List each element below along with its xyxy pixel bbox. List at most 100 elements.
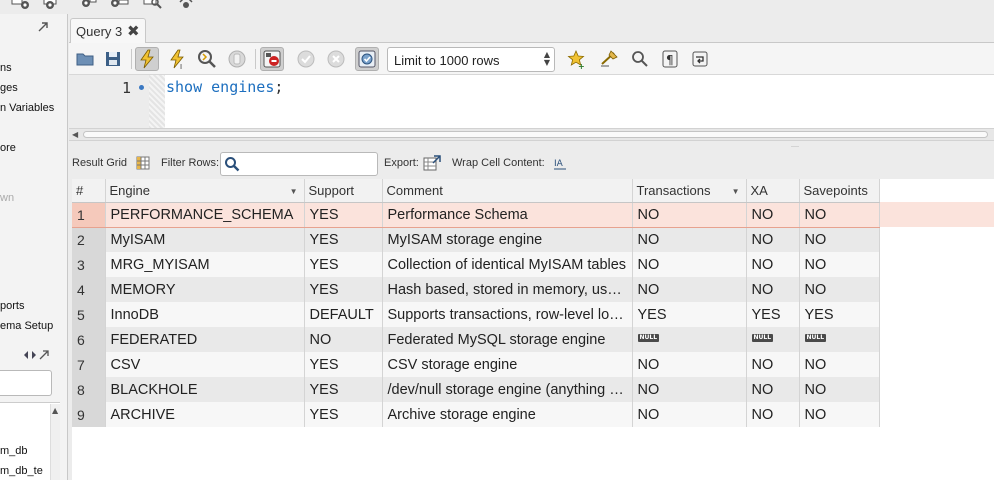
expand-panel-icon[interactable]: [37, 21, 49, 36]
save-icon[interactable]: [101, 47, 125, 71]
stop-on-error-icon[interactable]: [260, 47, 284, 71]
column-header-transactions[interactable]: Transactions ▼: [632, 179, 747, 203]
cell-row-number[interactable]: 1: [72, 201, 106, 228]
autocommit-toggle-icon[interactable]: [355, 47, 379, 71]
cell-savepoints[interactable]: NO: [799, 352, 880, 377]
cell-row-number[interactable]: 8: [72, 377, 106, 402]
cell-xa[interactable]: NO: [746, 227, 800, 252]
cell-engine[interactable]: BLACKHOLE: [105, 377, 305, 402]
table-row[interactable]: 2 MyISAM YES MyISAM storage engine NO NO NO: [72, 227, 994, 252]
column-header-row-number[interactable]: #: [72, 179, 106, 203]
stop-icon[interactable]: [225, 47, 249, 71]
cell-savepoints[interactable]: NULL: [799, 327, 880, 352]
cell-support[interactable]: YES: [304, 352, 383, 377]
cell-support[interactable]: DEFAULT: [304, 302, 383, 327]
table-row[interactable]: 3 MRG_MYISAM YES Collection of identical My…: [72, 252, 994, 277]
cell-support[interactable]: YES: [304, 252, 383, 277]
result-grid-label[interactable]: Result Grid: [72, 157, 127, 169]
open-file-icon[interactable]: [73, 47, 97, 71]
cell-engine[interactable]: InnoDB: [105, 302, 305, 327]
rollback-icon[interactable]: [324, 47, 348, 71]
cell-savepoints[interactable]: NO: [799, 402, 880, 427]
cell-comment[interactable]: Performance Schema: [382, 201, 633, 228]
filter-rows-text[interactable]: [243, 156, 373, 172]
row-limit-select[interactable]: Limit to 1000 rows ▲ ▼: [387, 47, 555, 72]
close-tab-icon[interactable]: ✖: [127, 23, 140, 39]
cell-engine[interactable]: MEMORY: [105, 277, 305, 302]
cell-xa[interactable]: NO: [746, 402, 800, 427]
db-add-icon[interactable]: [76, 0, 97, 10]
table-row[interactable]: 6 FEDERATED NO Federated MySQL storage engi…: [72, 327, 994, 352]
table-row[interactable]: 4 MEMORY YES Hash based, stored in memory, …: [72, 277, 994, 302]
scroll-left-icon[interactable]: ◀: [72, 130, 78, 139]
schema-item-db-test[interactable]: m_db_te: [0, 465, 43, 477]
cell-support[interactable]: NO: [304, 327, 383, 352]
cell-row-number[interactable]: 7: [72, 352, 106, 377]
add-snippet-icon[interactable]: +: [564, 47, 588, 71]
db-view-icon[interactable]: [142, 0, 162, 10]
cell-support[interactable]: YES: [304, 227, 383, 252]
sidebar-item-data-import-restore[interactable]: ore: [0, 142, 16, 154]
sidebar-item-status-variables[interactable]: n Variables: [0, 102, 54, 114]
cell-transactions[interactable]: NO: [632, 377, 747, 402]
schema-refresh-icon[interactable]: [23, 349, 37, 363]
cell-comment[interactable]: CSV storage engine: [382, 352, 633, 377]
cell-comment[interactable]: Federated MySQL storage engine: [382, 327, 633, 352]
cell-support[interactable]: YES: [304, 201, 383, 228]
cell-savepoints[interactable]: NO: [799, 277, 880, 302]
reconnect-icon[interactable]: [176, 0, 194, 10]
cell-transactions[interactable]: NO: [632, 277, 747, 302]
sql-editor[interactable]: 1 show engines;: [69, 75, 994, 128]
cell-row-number[interactable]: 9: [72, 402, 106, 427]
cell-xa[interactable]: YES: [746, 302, 800, 327]
cell-support[interactable]: YES: [304, 277, 383, 302]
sql-open-icon[interactable]: [42, 0, 60, 10]
wrap-cell-icon[interactable]: IA: [553, 157, 567, 174]
cell-transactions[interactable]: NO: [632, 352, 747, 377]
sidebar-item-reports[interactable]: ports: [0, 300, 24, 312]
cell-row-number[interactable]: 6: [72, 327, 106, 352]
sidebar-item-schema-setup[interactable]: ema Setup: [0, 320, 53, 332]
sidebar-item-users-privileges[interactable]: ges: [0, 82, 18, 94]
cell-transactions[interactable]: NO: [632, 252, 747, 277]
result-grid-icon[interactable]: [136, 156, 150, 173]
cell-engine[interactable]: MyISAM: [105, 227, 305, 252]
cell-row-number[interactable]: 2: [72, 227, 106, 252]
hscroll-thumb[interactable]: [83, 131, 988, 138]
sidebar-item-connections[interactable]: ns: [0, 62, 12, 74]
filter-rows-input[interactable]: [220, 152, 378, 176]
cell-comment[interactable]: /dev/null storage engine (anything you w…: [382, 377, 633, 402]
table-row[interactable]: 5 InnoDB DEFAULT Supports transactions, row…: [72, 302, 994, 327]
cell-support[interactable]: YES: [304, 402, 383, 427]
code-line[interactable]: show engines;: [166, 78, 283, 96]
table-row[interactable]: 1 PERFORMANCE_SCHEMA YES Performance Schema…: [72, 201, 994, 228]
sql-new-icon[interactable]: [10, 0, 29, 10]
sort-arrow-icon[interactable]: ▼: [290, 187, 298, 196]
cell-xa[interactable]: NULL: [746, 327, 800, 352]
cell-row-number[interactable]: 3: [72, 252, 106, 277]
schema-scrollbar[interactable]: ▲: [50, 404, 60, 480]
cell-savepoints[interactable]: YES: [799, 302, 880, 327]
cell-comment[interactable]: Archive storage engine: [382, 402, 633, 427]
cell-savepoints[interactable]: NO: [799, 252, 880, 277]
cell-xa[interactable]: NO: [746, 352, 800, 377]
cell-comment[interactable]: MyISAM storage engine: [382, 227, 633, 252]
cell-xa[interactable]: NO: [746, 201, 800, 228]
cell-engine[interactable]: MRG_MYISAM: [105, 252, 305, 277]
cell-savepoints[interactable]: NO: [799, 227, 880, 252]
editor-hscrollbar[interactable]: ◀: [69, 128, 994, 141]
cell-transactions[interactable]: NULL: [632, 327, 747, 352]
cell-xa[interactable]: NO: [746, 252, 800, 277]
cell-row-number[interactable]: 5: [72, 302, 106, 327]
sidebar-item-shutdown[interactable]: wn: [0, 192, 14, 204]
execute-icon[interactable]: [135, 47, 159, 71]
column-header-comment[interactable]: Comment: [382, 179, 633, 203]
cell-engine[interactable]: ARCHIVE: [105, 402, 305, 427]
result-grid[interactable]: # Engine ▼ Support Comment Transactions ▼ …: [72, 179, 994, 429]
table-row[interactable]: 8 BLACKHOLE YES/dev/null storage engine (a…: [72, 377, 994, 402]
schema-filter-input[interactable]: [0, 370, 52, 396]
cell-support[interactable]: YES: [304, 377, 383, 402]
wrap-lines-icon[interactable]: [688, 47, 712, 71]
cell-xa[interactable]: NO: [746, 277, 800, 302]
find-icon[interactable]: [628, 47, 652, 71]
